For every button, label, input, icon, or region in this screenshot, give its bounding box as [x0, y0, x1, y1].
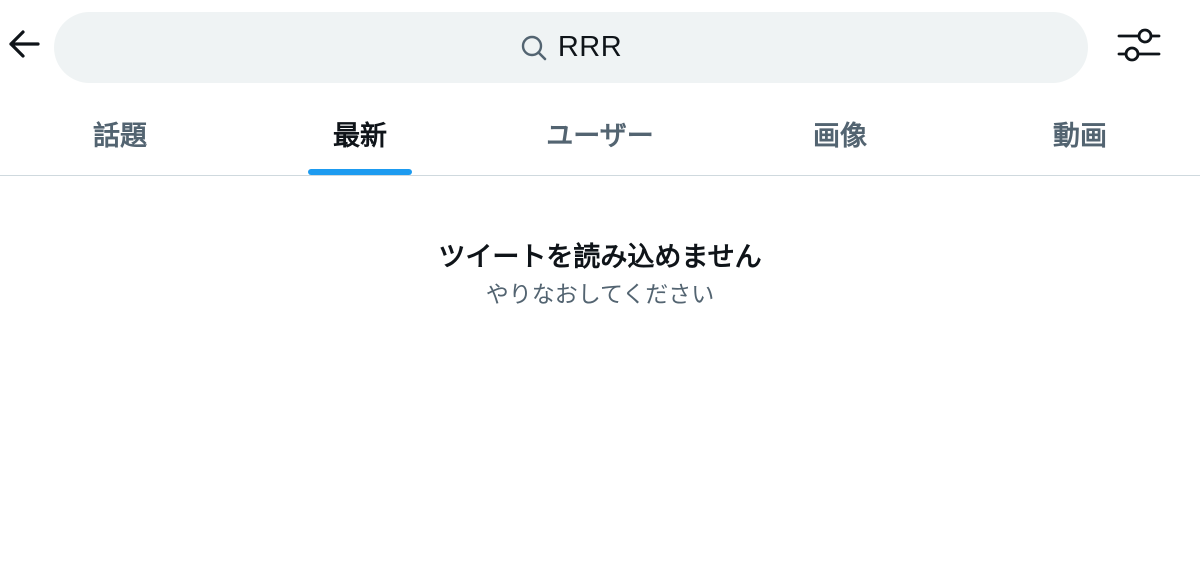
tab-label: 最新 — [333, 121, 387, 152]
tabs-divider — [0, 175, 1200, 176]
tab-people[interactable]: ユーザー — [480, 96, 720, 175]
error-message: ツイートを読み込めません やりなおしてください — [0, 238, 1200, 312]
search-icon — [520, 34, 548, 62]
tab-videos[interactable]: 動画 — [960, 96, 1200, 175]
tab-photos[interactable]: 画像 — [720, 96, 960, 175]
tab-label: 動画 — [1053, 121, 1107, 152]
tab-label: ユーザー — [546, 121, 654, 152]
tab-label: 画像 — [813, 121, 867, 152]
tab-label: 話題 — [93, 121, 147, 152]
sliders-icon — [1117, 25, 1161, 69]
arrow-left-icon — [7, 29, 41, 63]
search-tabs: 話題 最新 ユーザー 画像 動画 — [0, 96, 1200, 175]
tab-latest[interactable]: 最新 — [240, 96, 480, 175]
error-title: ツイートを読み込めません — [438, 242, 762, 273]
search-input[interactable]: RRR — [54, 12, 1088, 83]
back-button[interactable] — [4, 26, 44, 66]
search-filter-button[interactable] — [1114, 24, 1164, 70]
error-subtitle: やりなおしてください — [485, 282, 715, 308]
search-query: RRR — [557, 31, 623, 63]
top-bar: RRR — [0, 0, 1200, 96]
tab-top[interactable]: 話題 — [0, 96, 240, 175]
